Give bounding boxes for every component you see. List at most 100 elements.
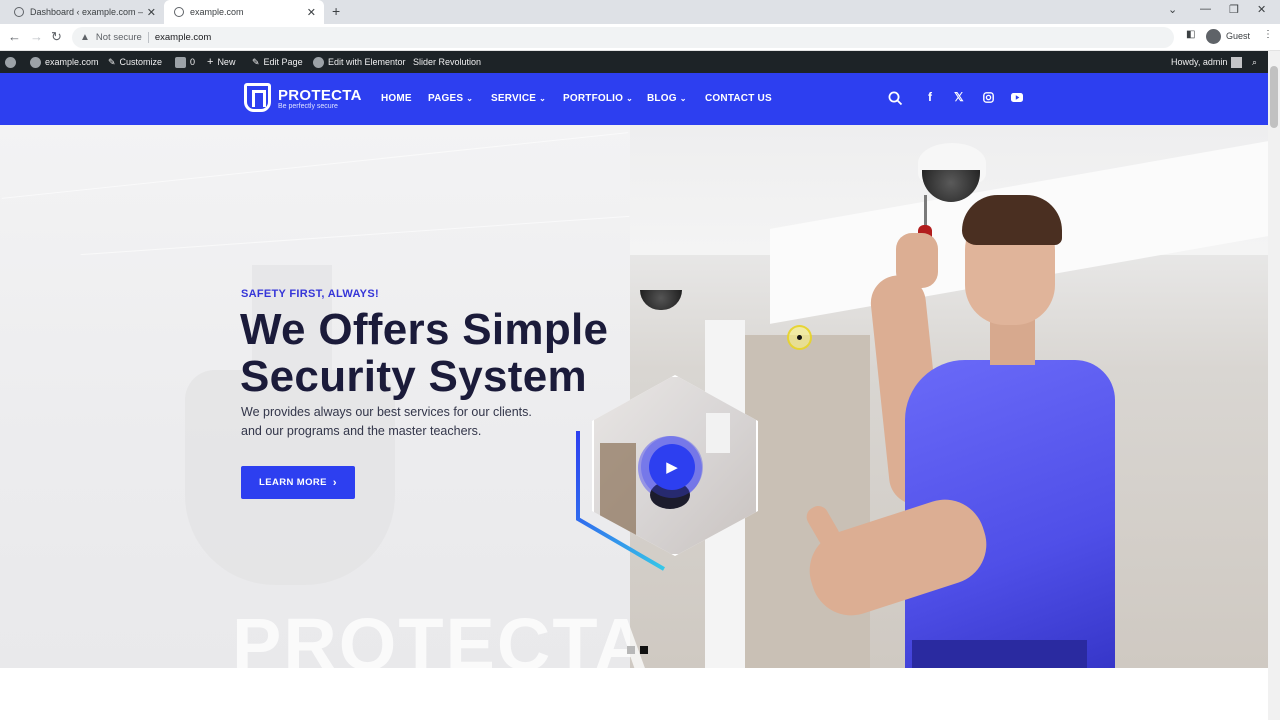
hero-slider: PROTECTA SAFETY FIRST, ALWAYS! We Offers… <box>0 125 1268 668</box>
nav-label: SERVICE <box>491 93 537 104</box>
nav-contact[interactable]: CONTACT US <box>705 93 772 104</box>
chevron-down-icon: ⌄ <box>679 94 687 103</box>
cursor-pointer <box>797 335 802 340</box>
back-icon[interactable]: ← <box>8 29 21 44</box>
edit-elementor-link[interactable]: Edit with Elementor <box>313 51 406 73</box>
scrollbar-thumb[interactable] <box>1270 66 1278 128</box>
hero-photo-door <box>745 335 870 668</box>
profile-avatar-icon[interactable] <box>1206 29 1221 44</box>
comment-icon <box>175 56 186 68</box>
profile-label[interactable]: Guest <box>1226 31 1250 41</box>
globe-icon <box>174 7 184 17</box>
nav-label: BLOG <box>647 93 677 104</box>
nav-service[interactable]: SERVICE ⌄ <box>491 93 546 104</box>
browser-toolbar: ← → ↻ ▲ Not secure example.com ◧ Guest ⋮ <box>0 24 1280 51</box>
hero-eyebrow: SAFETY FIRST, ALWAYS! <box>241 288 379 300</box>
new-link[interactable]: + New <box>207 51 235 73</box>
window-close-icon[interactable]: ✕ <box>1257 3 1266 16</box>
facebook-icon[interactable]: f <box>928 90 932 104</box>
play-icon: ▶ <box>666 459 678 476</box>
subtext-line-1: We provides always our best services for… <box>241 405 532 419</box>
edit-page-link[interactable]: ✎ Edit Page <box>252 51 303 73</box>
address-bar[interactable]: ▲ Not secure example.com <box>72 27 1174 48</box>
account-menu[interactable]: Howdy, admin <box>1171 51 1243 73</box>
customize-link[interactable]: ✎ Customize <box>108 51 162 73</box>
wordpress-icon <box>5 56 16 68</box>
screwdriver-shaft-image <box>924 195 927 229</box>
minimize-icon[interactable]: — <box>1200 3 1211 15</box>
new-tab-icon[interactable]: + <box>332 3 340 19</box>
menu-icon[interactable]: ⋮ <box>1263 29 1273 40</box>
learn-more-button[interactable]: LEARN MORE › <box>241 466 355 499</box>
page-scrollbar[interactable] <box>1268 51 1280 720</box>
nav-label: HOME <box>381 93 412 104</box>
globe-icon <box>14 7 24 17</box>
slider-revolution-link[interactable]: Slider Revolution <box>413 51 481 73</box>
nav-label: PAGES <box>428 93 464 104</box>
browser-tabstrip: Dashboard ‹ example.com — W ✕ example.co… <box>0 0 1280 24</box>
url-text: example.com <box>154 32 212 43</box>
site-header: PROTECTA Be perfectly secure HOME PAGES ⌄… <box>0 73 1268 125</box>
technician-hand-image <box>896 233 938 288</box>
close-icon[interactable]: ✕ <box>307 6 316 19</box>
chevron-right-icon: › <box>332 476 337 489</box>
learn-more-label: LEARN MORE <box>259 477 327 488</box>
youtube-icon[interactable] <box>1011 93 1023 102</box>
tab-title: Dashboard ‹ example.com — W <box>30 7 143 17</box>
technician-hair-image <box>962 195 1062 245</box>
warning-icon: ▲ <box>80 32 90 43</box>
tab-dashboard[interactable]: Dashboard ‹ example.com — W ✕ <box>4 0 164 24</box>
chevron-down-icon: ⌄ <box>539 94 547 103</box>
play-video-button[interactable]: ▶ <box>649 444 695 490</box>
x-icon[interactable]: 𝕏 <box>954 90 964 104</box>
hero-watermark: PROTECTA <box>232 603 650 669</box>
dashboard-icon <box>30 56 41 68</box>
tab-search-icon[interactable]: ⌄ <box>1168 3 1177 16</box>
admin-search-icon[interactable]: ⌕ <box>1252 51 1257 73</box>
slider-dot-2[interactable] <box>640 646 648 654</box>
chevron-down-icon: ⌄ <box>466 94 474 103</box>
hero-subtext: We provides always our best services for… <box>241 403 581 441</box>
site-name: example.com <box>45 57 99 67</box>
edit-elementor-label: Edit with Elementor <box>328 57 406 67</box>
logo-name[interactable]: PROTECTA <box>278 87 362 104</box>
instagram-icon[interactable] <box>983 92 994 103</box>
elementor-icon <box>313 56 324 68</box>
nav-portfolio[interactable]: PORTFOLIO ⌄ <box>563 93 633 104</box>
site-link[interactable]: example.com <box>30 51 99 73</box>
headline-line-1: We Offers Simple <box>240 305 609 354</box>
chevron-down-icon: ⌄ <box>626 94 634 103</box>
wordpress-logo-icon[interactable] <box>5 51 20 73</box>
subtext-line-2: and our programs and the master teachers… <box>241 424 482 438</box>
restore-icon[interactable]: ❐ <box>1229 3 1239 16</box>
wp-admin-bar: example.com ✎ Customize 0 + New ✎ Edit P… <box>0 51 1270 73</box>
nav-blog[interactable]: BLOG ⌄ <box>647 93 687 104</box>
logo-icon[interactable] <box>244 83 271 112</box>
new-label: New <box>217 57 236 67</box>
edit-page-label: Edit Page <box>263 57 303 67</box>
customize-label: Customize <box>119 57 163 67</box>
logo-tagline: Be perfectly secure <box>278 103 338 110</box>
slider-dot-1[interactable] <box>627 646 635 654</box>
howdy-label: Howdy, admin <box>1171 57 1228 67</box>
avatar <box>1231 56 1243 68</box>
comments-link[interactable]: 0 <box>175 51 195 73</box>
pencil-icon: ✎ <box>252 56 260 67</box>
nav-label: PORTFOLIO <box>563 93 624 104</box>
divider <box>147 32 149 43</box>
reload-icon[interactable]: ↻ <box>51 29 62 45</box>
sidepanel-icon[interactable]: ◧ <box>1186 29 1195 40</box>
forward-icon[interactable]: → <box>30 29 43 44</box>
nav-pages[interactable]: PAGES ⌄ <box>428 93 473 104</box>
nav-label: CONTACT US <box>705 93 772 104</box>
nav-home[interactable]: HOME <box>381 93 412 104</box>
pencil-icon: ✎ <box>108 56 116 67</box>
search-icon[interactable] <box>888 91 903 106</box>
slider-label: Slider Revolution <box>413 57 482 67</box>
tab-title: example.com <box>190 7 244 17</box>
close-icon[interactable]: ✕ <box>147 6 156 19</box>
plus-icon: + <box>207 56 214 68</box>
technician-jeans-image <box>912 640 1087 668</box>
comments-count: 0 <box>190 57 196 67</box>
tab-example[interactable]: example.com ✕ <box>164 0 324 24</box>
